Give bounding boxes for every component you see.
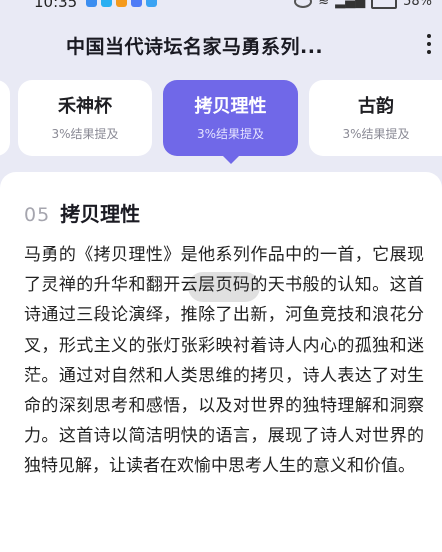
status-indicators: ≋ ▂▄▆ 58% — [294, 0, 432, 9]
tab-label: 古韵 — [358, 96, 394, 117]
app-notification-icon — [131, 0, 142, 7]
tab-subtitle: 3%结果提及 — [342, 127, 410, 141]
section-title: 拷贝理性 — [60, 202, 141, 226]
page-title: 中国当代诗坛名家马勇系列... — [66, 36, 324, 58]
battery-icon — [371, 0, 398, 9]
section-body[interactable]: 马勇的《拷贝理性》是他系列作品中的一首，它展现了灵禅的升华和翻开云层页码的天书般… — [24, 240, 424, 482]
notification-icons — [86, 0, 157, 7]
content-card: 05 拷贝理性 马勇的《拷贝理性》是他系列作品中的一首，它展现了灵禅的升华和翻开… — [0, 172, 442, 552]
status-bar: 10:35 ≋ ▂▄▆ 58% — [0, 0, 442, 12]
eye-icon — [294, 0, 313, 8]
app-notification-icon — [86, 0, 97, 7]
signal-icon: ▂▄▆ — [335, 0, 366, 9]
tab-label: 拷贝理性 — [194, 96, 267, 117]
tab-bar: 禾神杯 3%结果提及 拷贝理性 3%结果提及 古韵 3%结果提及 — [0, 80, 442, 164]
section-number: 05 — [24, 204, 51, 226]
section-header: 05 拷贝理性 — [24, 198, 140, 227]
battery-percent: 58% — [403, 0, 432, 9]
header: 中国当代诗坛名家马勇系列... — [0, 22, 442, 68]
tab-he-shen-bei[interactable]: 禾神杯 3%结果提及 — [18, 80, 152, 156]
active-tab-pointer — [222, 156, 239, 164]
app-notification-icon — [101, 0, 112, 7]
status-time: 10:35 — [34, 0, 78, 11]
app-notification-icon — [116, 0, 127, 7]
tab-subtitle: 3%结果提及 — [51, 127, 119, 141]
tab-label: 禾神杯 — [58, 96, 112, 117]
tab-previous-partial[interactable] — [0, 80, 10, 156]
app-notification-icon — [146, 0, 157, 7]
wifi-icon: ≋ — [318, 0, 330, 9]
more-menu-icon[interactable] — [426, 34, 432, 54]
tab-gu-yun[interactable]: 古韵 3%结果提及 — [309, 80, 442, 156]
tab-subtitle: 3%结果提及 — [196, 127, 265, 141]
tab-kao-bei-li-xing[interactable]: 拷贝理性 3%结果提及 — [163, 80, 298, 164]
